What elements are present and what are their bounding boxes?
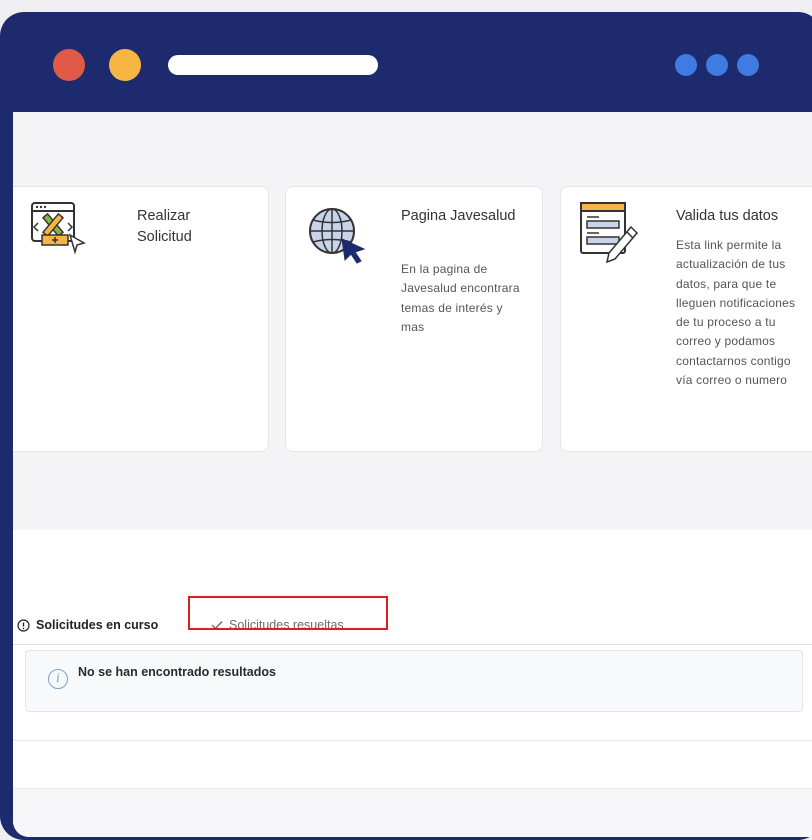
card-title: Realizar Solicitud <box>137 208 192 245</box>
info-icon: i <box>48 669 68 689</box>
tab-solicitudes-en-curso[interactable]: Solicitudes en curso <box>17 606 158 644</box>
menu-dot-icon[interactable] <box>706 54 728 76</box>
card-description: En la pagina de Javesalud encontrara tem… <box>401 262 520 334</box>
card-description: Esta link permite la actualización de tu… <box>676 238 796 388</box>
form-pencil-icon <box>579 201 643 270</box>
close-dot[interactable] <box>53 49 85 81</box>
card-title: Valida tus datos <box>676 208 779 224</box>
browser-window: Realizar Solicitud Pagina Javesalud En l… <box>0 12 812 840</box>
footer <box>13 788 812 837</box>
card-pagina-javesalud[interactable]: Pagina Javesalud En la pagina de Javesal… <box>285 186 543 452</box>
card-realizar-solicitud[interactable]: Realizar Solicitud <box>13 186 269 452</box>
globe-cursor-icon <box>304 201 368 270</box>
alert-message: No se han encontrado resultados <box>78 665 276 679</box>
title-bar <box>0 12 812 112</box>
requests-tabs: Solicitudes en curso Solicitudes resuelt… <box>13 606 812 645</box>
menu-dot-icon[interactable] <box>675 54 697 76</box>
divider <box>13 740 812 741</box>
minimize-dot[interactable] <box>109 49 141 81</box>
menu-dot-icon[interactable] <box>737 54 759 76</box>
empty-results-alert: i No se han encontrado resultados <box>25 650 803 712</box>
card-title: Pagina Javesalud <box>401 208 516 224</box>
tab-label: Solicitudes en curso <box>36 618 159 632</box>
exclamation-circle-icon <box>17 618 30 632</box>
page-viewport: Realizar Solicitud Pagina Javesalud En l… <box>13 112 812 837</box>
highlight-box <box>188 596 388 630</box>
card-valida-tus-datos[interactable]: Valida tus datos Esta link permite la ac… <box>560 186 812 452</box>
address-bar[interactable] <box>168 55 378 75</box>
tools-window-icon <box>30 201 88 262</box>
shortcut-cards-section: Realizar Solicitud Pagina Javesalud En l… <box>13 112 812 530</box>
